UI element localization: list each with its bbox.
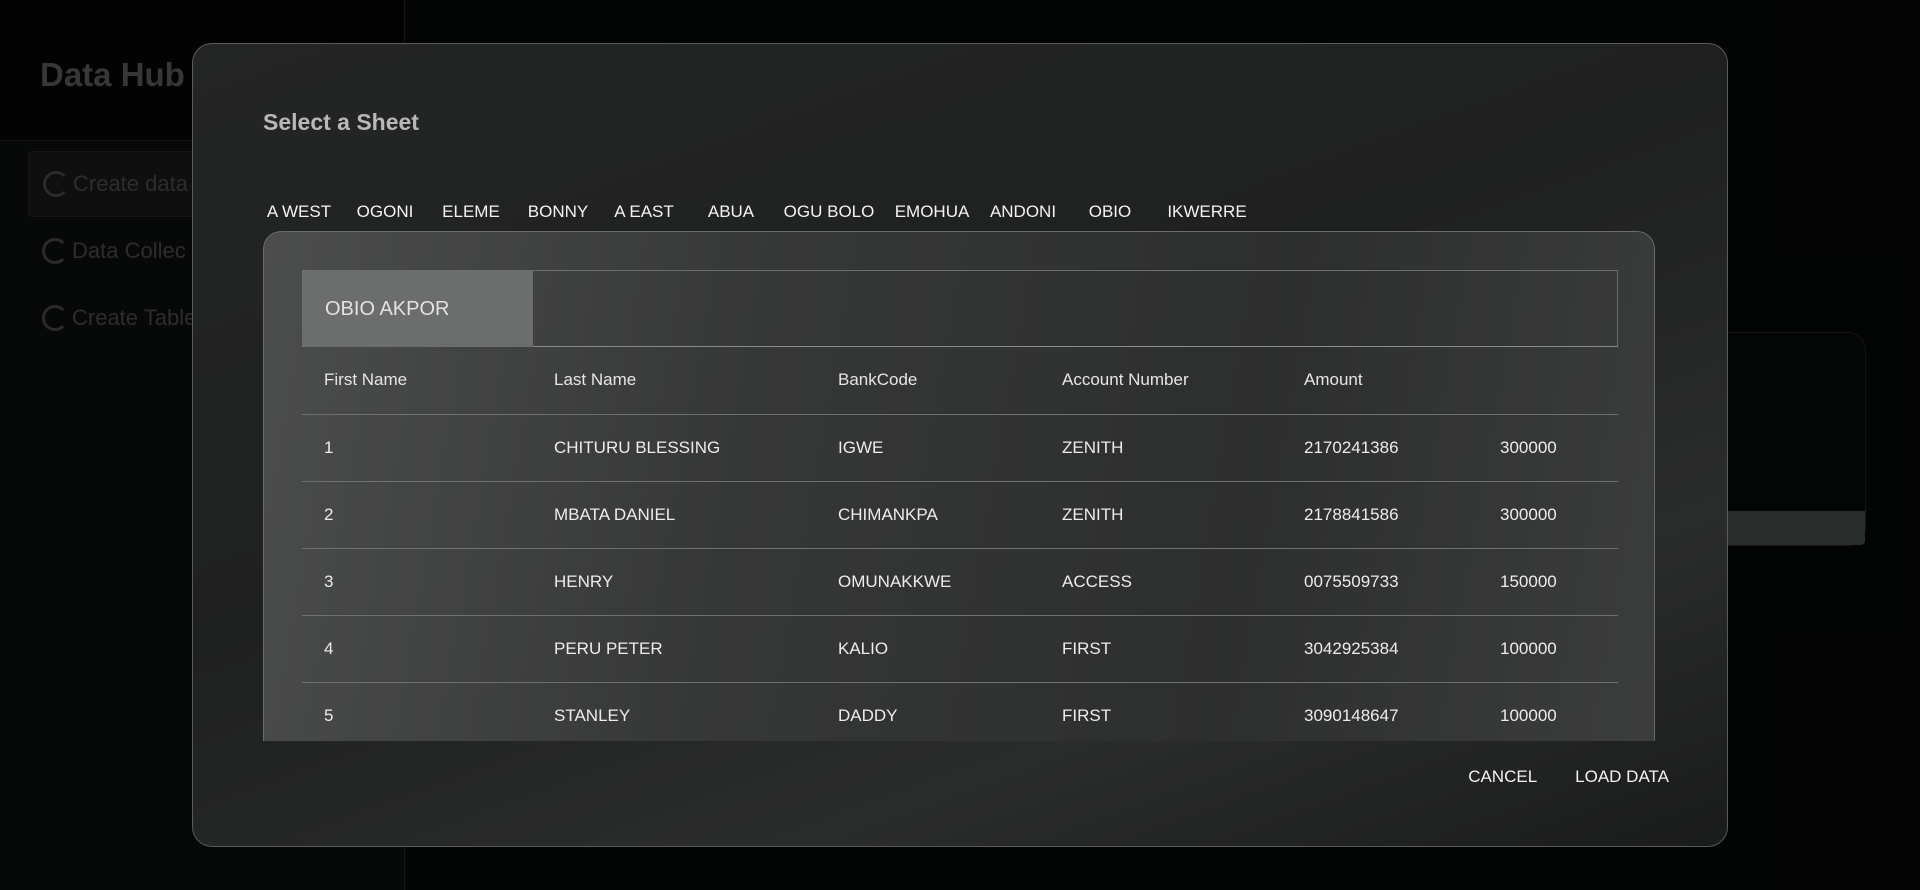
table-cell: FIRST	[1040, 615, 1282, 683]
dialog-actions: CANCEL LOAD DATA	[1468, 767, 1669, 787]
sheet-tab-bonny[interactable]: BONNY	[528, 194, 588, 230]
table-cell: IGWE	[816, 414, 1040, 482]
column-header: First Name	[302, 347, 532, 415]
table-tab-obio-akpor[interactable]: OBIO AKPOR	[303, 271, 533, 347]
table-cell: 300000	[1478, 414, 1618, 482]
table-cell: CHITURU BLESSING	[532, 414, 816, 482]
table-cell: MBATA DANIEL	[532, 481, 816, 549]
table-cell: KALIO	[816, 615, 1040, 683]
table-cell: 5	[302, 682, 532, 741]
table-cell: 2170241386	[1282, 414, 1478, 482]
column-header: BankCode	[816, 347, 1040, 415]
table-tabs: OBIO AKPOR	[302, 270, 1618, 347]
load-data-button[interactable]: LOAD DATA	[1575, 767, 1669, 787]
table-cell: 300000	[1478, 481, 1618, 549]
sheet-panel: OBIO AKPOR First Name Last Name BankCode…	[263, 231, 1655, 741]
table-cell: 2	[302, 481, 532, 549]
table-row[interactable]: 4 PERU PETER KALIO FIRST 3042925384 1000…	[302, 615, 1618, 683]
column-header: Amount	[1282, 347, 1478, 415]
table-cell: FIRST	[1040, 682, 1282, 741]
table-cell: 100000	[1478, 615, 1618, 683]
table-cell: 3090148647	[1282, 682, 1478, 741]
sheet-tab-ogoni[interactable]: OGONI	[357, 194, 414, 230]
table-cell: 4	[302, 615, 532, 683]
sheet-tab-andoni[interactable]: ANDONI	[990, 194, 1056, 230]
table-cell: 3	[302, 548, 532, 616]
table-cell: 2178841586	[1282, 481, 1478, 549]
sheet-tab-abua[interactable]: ABUA	[708, 194, 754, 230]
table-cell: PERU PETER	[532, 615, 816, 683]
table-cell: HENRY	[532, 548, 816, 616]
sheet-tab-emohua[interactable]: EMOHUA	[895, 194, 970, 230]
table-cell: CHIMANKPA	[816, 481, 1040, 549]
column-header: Account Number	[1040, 347, 1282, 415]
column-header	[1478, 347, 1618, 415]
table-cell: 150000	[1478, 548, 1618, 616]
sheet-tab-ogu-bolo[interactable]: OGU BOLO	[784, 194, 875, 230]
sheet-tab-eleme[interactable]: ELEME	[442, 194, 500, 230]
table-row[interactable]: 3 HENRY OMUNAKKWE ACCESS 0075509733 1500…	[302, 548, 1618, 616]
table-header-row: First Name Last Name BankCode Account Nu…	[302, 347, 1618, 415]
table-row[interactable]: 2 MBATA DANIEL CHIMANKPA ZENITH 21788415…	[302, 481, 1618, 549]
table-cell: ACCESS	[1040, 548, 1282, 616]
table-cell: 3042925384	[1282, 615, 1478, 683]
table-cell: DADDY	[816, 682, 1040, 741]
sheet-tab-a-east[interactable]: A EAST	[614, 194, 674, 230]
sheet-tabs: A WEST OGONI ELEME BONNY A EAST ABUA OGU…	[263, 194, 1263, 230]
dialog-title: Select a Sheet	[263, 109, 419, 135]
data-table: First Name Last Name BankCode Account Nu…	[302, 347, 1618, 741]
table-cell: ZENITH	[1040, 481, 1282, 549]
table-cell: 0075509733	[1282, 548, 1478, 616]
cancel-button[interactable]: CANCEL	[1468, 767, 1537, 787]
table-cell: ZENITH	[1040, 414, 1282, 482]
sheet-tab-ikwerre[interactable]: IKWERRE	[1167, 194, 1246, 230]
column-header: Last Name	[532, 347, 816, 415]
table-cell: OMUNAKKWE	[816, 548, 1040, 616]
table-cell: 100000	[1478, 682, 1618, 741]
table-cell: STANLEY	[532, 682, 816, 741]
table-row[interactable]: 1 CHITURU BLESSING IGWE ZENITH 217024138…	[302, 414, 1618, 482]
table-cell: 1	[302, 414, 532, 482]
select-sheet-dialog: Select a Sheet A WEST OGONI ELEME BONNY …	[192, 43, 1728, 847]
sheet-tab-a-west[interactable]: A WEST	[267, 194, 331, 230]
table-row[interactable]: 5 STANLEY DADDY FIRST 3090148647 100000	[302, 682, 1618, 741]
sheet-tab-obio[interactable]: OBIO	[1089, 194, 1132, 230]
